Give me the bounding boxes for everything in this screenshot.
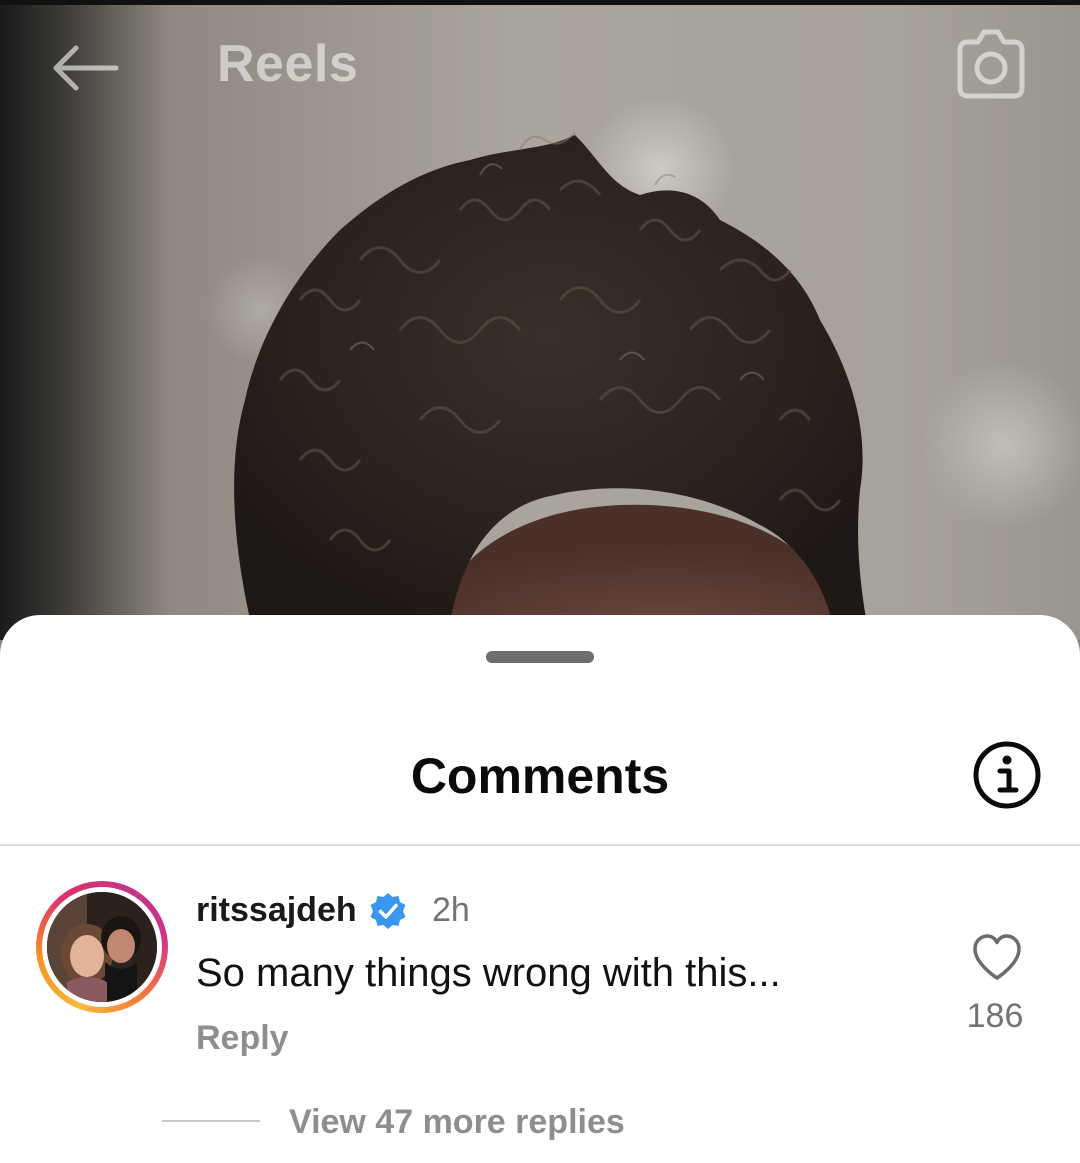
comments-title: Comments (410, 748, 670, 804)
avatar-story-ring[interactable] (36, 881, 168, 1013)
sheet-drag-handle[interactable] (486, 651, 594, 663)
verified-badge-icon (370, 893, 406, 929)
comments-sheet: Comments ritssajdeh 2h So many things wr… (0, 615, 1080, 1163)
header-divider (0, 844, 1080, 846)
person-hair-image (234, 131, 871, 640)
like-count: 186 (966, 997, 1024, 1035)
back-arrow-icon[interactable] (48, 40, 120, 96)
reply-button[interactable]: Reply (196, 1019, 289, 1058)
heart-icon[interactable] (970, 931, 1024, 985)
comment-text: So many things wrong with this... (196, 951, 781, 995)
comment-username[interactable]: ritssajdeh (196, 891, 357, 930)
reels-title: Reels (217, 35, 359, 93)
avatar-ring-gap (42, 887, 162, 1007)
info-icon[interactable] (972, 740, 1042, 810)
avatar-photo (47, 892, 157, 1002)
replies-divider-line (162, 1120, 260, 1122)
camera-icon[interactable] (952, 28, 1028, 100)
reel-video[interactable]: Reels (0, 0, 1080, 640)
avatar (47, 892, 157, 1002)
view-more-replies-button[interactable]: View 47 more replies (289, 1103, 625, 1142)
comment-timestamp: 2h (432, 891, 470, 929)
